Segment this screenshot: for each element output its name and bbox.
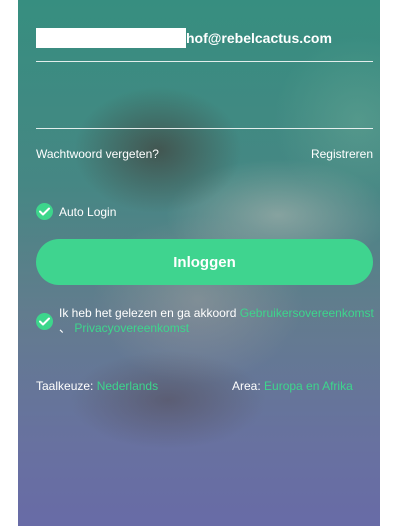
agreement-text: Ik heb het gelezen en ga akkoord Gebruik… — [59, 306, 377, 336]
auto-login-label: Auto Login — [59, 205, 117, 219]
login-screen: hof@rebelcactus.com Wachtwoord vergeten?… — [18, 0, 380, 526]
agreement-checkbox[interactable] — [36, 313, 53, 330]
area-selector[interactable]: Area: Europa en Afrika — [232, 378, 353, 394]
privacy-link[interactable]: Privacyovereenkomst — [74, 321, 189, 335]
forgot-password-link[interactable]: Wachtwoord vergeten? — [36, 146, 159, 162]
agreement-label: Ik heb het gelezen en ga akkoord — [59, 306, 240, 320]
area-label: Area: — [232, 379, 261, 393]
link-separator: 、 — [59, 321, 75, 335]
auto-login-checkbox[interactable] — [36, 203, 53, 220]
password-field[interactable] — [36, 90, 373, 129]
area-value[interactable]: Europa en Afrika — [264, 379, 353, 393]
checkmark-icon — [39, 317, 50, 326]
checkmark-icon — [39, 207, 50, 216]
language-value[interactable]: Nederlands — [97, 379, 158, 393]
language-label: Taalkeuze: — [36, 379, 94, 393]
terms-link[interactable]: Gebruikersovereenkomst — [240, 306, 374, 320]
language-selector[interactable]: Taalkeuze: Nederlands — [36, 378, 158, 394]
email-value: hof@rebelcactus.com — [186, 30, 332, 46]
register-link[interactable]: Registreren — [311, 146, 373, 162]
email-field[interactable]: hof@rebelcactus.com — [36, 26, 373, 62]
login-button[interactable]: Inloggen — [36, 239, 373, 285]
email-redaction — [36, 28, 186, 48]
